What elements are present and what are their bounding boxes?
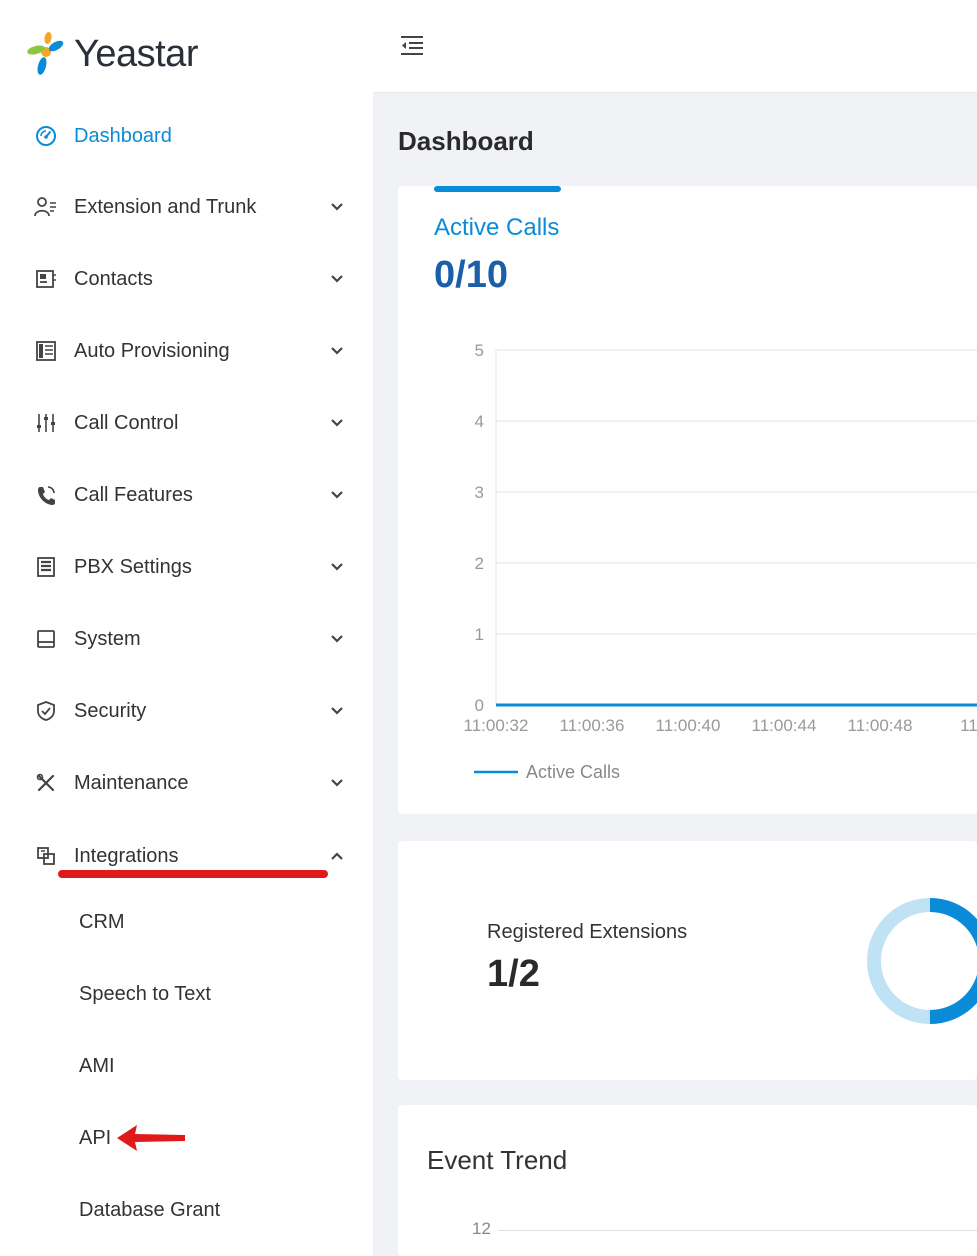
sidebar-item-label: Maintenance <box>74 771 189 794</box>
active-calls-chart: 0 1 2 3 4 5 11:00:32 11:00:36 11:00:40 11:00:44 11… <box>464 341 977 782</box>
submenu-item-label: API <box>79 1126 112 1149</box>
submenu-item-database-grant[interactable]: Database Grant <box>0 1184 373 1236</box>
chevron-up-icon <box>328 847 346 865</box>
donut-value-arc <box>929 898 977 1024</box>
yeastar-logo-icon <box>27 32 64 75</box>
annotation-arrow-icon <box>117 1125 185 1151</box>
x-tick-label: 11:00:44 <box>752 716 817 735</box>
x-tick-label: 11:00:32 <box>464 716 529 735</box>
registered-extensions-card: Registered Extensions 1/2 <box>398 841 977 1080</box>
active-calls-title[interactable]: Active Calls <box>434 214 559 242</box>
chevron-down-icon <box>328 486 346 504</box>
sidebar-item-system[interactable]: System <box>0 613 373 665</box>
x-tick-label: 11:0 <box>960 716 977 735</box>
dashboard-icon <box>34 124 58 148</box>
submenu-item-crm[interactable]: CRM <box>0 896 373 948</box>
integrations-icon <box>34 844 58 868</box>
event-trend-gridline <box>498 1230 977 1231</box>
event-trend-title: Event Trend <box>427 1145 568 1175</box>
chevron-down-icon <box>328 414 346 432</box>
top-header <box>373 0 977 93</box>
collapse-menu-icon[interactable] <box>399 33 425 59</box>
sidebar-item-dashboard[interactable]: Dashboard <box>0 110 373 162</box>
sidebar-item-label: System <box>74 627 141 650</box>
chevron-down-icon <box>328 558 346 576</box>
sidebar-item-label: PBX Settings <box>74 555 192 578</box>
legend-label: Active Calls <box>526 762 620 782</box>
sidebar-item-label: Dashboard <box>74 124 172 147</box>
y-tick-label: 5 <box>475 341 484 360</box>
sidebar-item-pbx-settings[interactable]: PBX Settings <box>0 541 373 593</box>
chevron-down-icon <box>328 630 346 648</box>
contacts-icon <box>34 267 58 291</box>
active-calls-card: Active Calls 0/10 0 1 2 3 4 5 11:00:32 11:00:36… <box>398 186 977 814</box>
sidebar-item-label: Auto Provisioning <box>74 339 230 362</box>
chevron-down-icon <box>328 702 346 720</box>
submenu-item-ami[interactable]: AMI <box>0 1040 373 1092</box>
sidebar-item-contacts[interactable]: Contacts <box>0 253 373 305</box>
sidebar-item-label: Contacts <box>74 267 153 290</box>
registered-extensions-label: Registered Extensions <box>487 921 688 943</box>
sidebar-item-label: Extension and Trunk <box>74 195 257 218</box>
x-tick-label: 11:00:36 <box>560 716 625 735</box>
x-tick-label: 11:00:40 <box>656 716 721 735</box>
active-calls-value: 0/10 <box>434 254 508 296</box>
yeastar-logo[interactable]: Yeastar <box>24 28 198 80</box>
chevron-down-icon <box>328 342 346 360</box>
tab-indicator <box>434 186 561 192</box>
provisioning-icon <box>34 339 58 363</box>
sidebar-item-call-features[interactable]: Call Features <box>0 469 373 521</box>
sidebar-item-call-control[interactable]: Call Control <box>0 397 373 449</box>
submenu-item-label: Speech to Text <box>79 982 211 1005</box>
logo-text: Yeastar <box>74 32 198 75</box>
submenu-item-label: Database Grant <box>79 1198 221 1221</box>
y-tick-label: 3 <box>475 483 484 502</box>
sidebar-item-auto-provisioning[interactable]: Auto Provisioning <box>0 325 373 377</box>
y-tick-label: 2 <box>475 554 484 573</box>
shield-icon <box>34 699 58 723</box>
x-tick-label: 11:00:48 <box>848 716 913 735</box>
y-tick-label: 0 <box>475 696 484 715</box>
sidebar-item-label: Call Features <box>74 483 193 506</box>
extension-icon <box>34 195 58 219</box>
sidebar-item-extension-and-trunk[interactable]: Extension and Trunk <box>0 181 373 233</box>
event-trend-card: Event Trend 12 <box>398 1105 977 1256</box>
sidebar-item-label: Integrations <box>74 844 179 867</box>
submenu-item-label: CRM <box>79 910 125 933</box>
event-trend-y-tick: 12 <box>472 1219 491 1238</box>
system-icon <box>34 627 58 651</box>
chevron-down-icon <box>328 270 346 288</box>
y-tick-label: 4 <box>475 412 484 431</box>
sidebar-item-label: Security <box>74 699 147 722</box>
submenu-item-label: AMI <box>79 1054 115 1077</box>
sidebar-item-maintenance[interactable]: Maintenance <box>0 757 373 809</box>
registered-extensions-value: 1/2 <box>487 953 540 995</box>
chevron-down-icon <box>328 198 346 216</box>
registered-extensions-donut <box>867 898 977 1024</box>
annotation-underline <box>58 870 328 878</box>
call-features-icon <box>34 483 58 507</box>
y-tick-label: 1 <box>475 625 484 644</box>
call-control-icon <box>34 411 58 435</box>
maintenance-icon <box>34 771 58 795</box>
page-title: Dashboard <box>398 126 534 156</box>
sidebar: Yeastar Dashboard Extension and Trunk Co… <box>0 0 373 1256</box>
sidebar-item-label: Call Control <box>74 411 179 434</box>
submenu-item-speech-to-text[interactable]: Speech to Text <box>0 968 373 1020</box>
pbx-settings-icon <box>34 555 58 579</box>
chevron-down-icon <box>328 774 346 792</box>
sidebar-item-security[interactable]: Security <box>0 685 373 737</box>
